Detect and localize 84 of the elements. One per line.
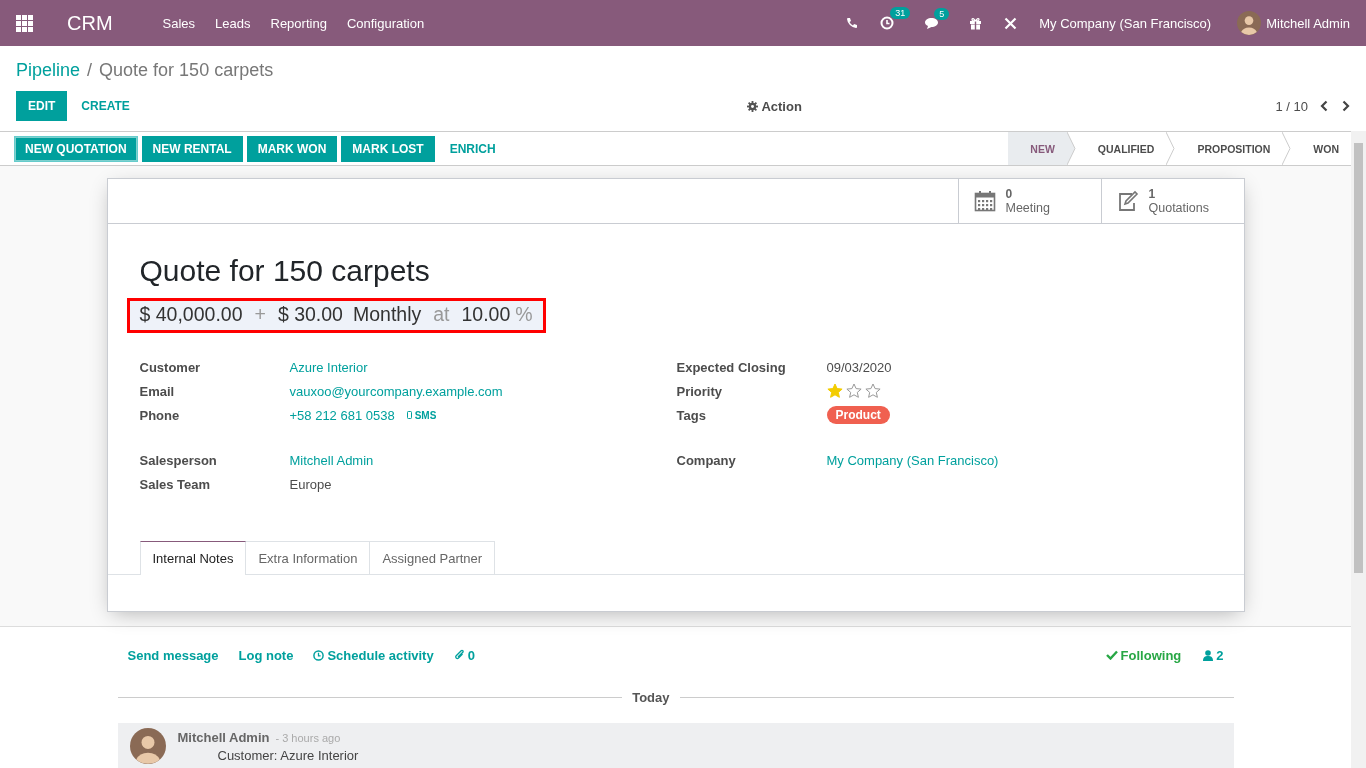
chevron-right-icon[interactable] (1342, 100, 1350, 112)
clock-icon (313, 649, 325, 661)
header-button[interactable]: NEW RENTAL (141, 135, 243, 162)
recurring-revenue: $ 30.00 (277, 303, 343, 326)
plus-sign: + (254, 303, 266, 326)
chat-icon[interactable] (924, 16, 940, 30)
followers-button[interactable]: 2 (1203, 647, 1224, 663)
chatter-action[interactable]: Send message (127, 647, 219, 663)
phone-icon[interactable] (846, 17, 859, 29)
clock-icon[interactable] (880, 16, 895, 30)
menu-item[interactable]: Configuration (336, 15, 435, 31)
star-icon[interactable] (864, 383, 881, 399)
chevron-left-icon[interactable] (1320, 100, 1328, 112)
field-value: 09/03/2020 (826, 359, 893, 375)
count-badge: 5 (934, 7, 950, 20)
gift-icon[interactable] (969, 16, 983, 30)
header-button[interactable]: MARK LOST (341, 135, 435, 162)
field-label: Phone (139, 407, 181, 423)
enrich-link[interactable]: ENRICH (438, 135, 507, 162)
pager-value: 1 / 10 (1275, 98, 1308, 114)
edit-document-icon (1116, 190, 1139, 212)
edit-button[interactable]: EDIT (16, 91, 68, 121)
expected-revenue: $ 40,000.00 (139, 303, 243, 326)
field-link[interactable]: Mitchell Admin (289, 452, 677, 468)
avatar-icon (129, 728, 166, 764)
field-label: Company (676, 452, 737, 468)
field-label: Salesperson (139, 452, 218, 468)
breadcrumb-current: Quote for 150 carpets (99, 59, 274, 81)
field-label: Priority (676, 383, 723, 399)
smart-button[interactable]: 1 Quotations (1100, 179, 1244, 223)
at-label: at (433, 303, 450, 326)
header-button[interactable]: MARK WON (246, 135, 338, 162)
action-menu[interactable]: Action (741, 97, 808, 115)
field-link[interactable]: My Company (San Francisco) (826, 452, 1214, 468)
create-button[interactable]: CREATE (67, 91, 144, 121)
percent-sign: % (515, 303, 533, 326)
menu-item[interactable]: Leads (205, 15, 261, 31)
menu-item[interactable]: Sales (152, 15, 206, 31)
tab[interactable]: Extra Information (246, 541, 371, 574)
header-button[interactable]: NEW QUOTATION (14, 135, 138, 162)
recurring-plan: Monthly (352, 303, 422, 326)
field-label: Sales Team (139, 476, 212, 492)
scrollbar[interactable] (1351, 131, 1366, 768)
chatter-action[interactable]: 0 (453, 647, 475, 663)
message-time: - 3 hours ago (275, 732, 341, 744)
field-label: Expected Closing (676, 359, 787, 375)
chatter-action[interactable]: Schedule activity (313, 647, 434, 663)
message-body: Customer: Azure Interior (217, 748, 359, 763)
company-switcher[interactable]: My Company (San Francisco) (1039, 15, 1212, 31)
probability-value: 10.00 (461, 303, 511, 326)
message-author[interactable]: Mitchell Admin (177, 730, 270, 745)
mobile-icon (406, 411, 412, 419)
apps-grid-icon[interactable] (16, 14, 33, 32)
smart-button[interactable]: 0 Meeting (957, 179, 1101, 223)
chatter-action[interactable]: Log note (238, 647, 294, 663)
field-label: Tags (676, 407, 707, 423)
tab[interactable]: Assigned Partner (370, 541, 496, 574)
tab[interactable]: Internal Notes (139, 541, 247, 575)
user-menu[interactable]: Mitchell Admin (1237, 11, 1350, 35)
star-icon[interactable] (845, 383, 862, 399)
gear-icon (747, 100, 759, 112)
field-link[interactable]: vauxoo@yourcompany.example.com (289, 383, 677, 399)
tag-label: Product (826, 406, 890, 424)
record-title: Quote for 150 carpets (139, 254, 431, 288)
avatar-icon (1237, 11, 1262, 35)
user-name: Mitchell Admin (1266, 15, 1350, 31)
menu-item[interactable]: Reporting (260, 15, 337, 31)
date-separator: Today (632, 689, 670, 705)
field-link[interactable]: Azure Interior (289, 359, 677, 375)
paperclip-icon (453, 649, 465, 661)
field-label: Email (139, 383, 176, 399)
breadcrumb-link[interactable]: Pipeline (16, 59, 81, 81)
app-name[interactable]: CRM (67, 11, 113, 35)
field-link[interactable]: +58 212 681 0538 (289, 407, 395, 423)
check-icon (1105, 650, 1118, 660)
count-badge: 31 (890, 7, 911, 19)
following-button[interactable]: Following (1105, 647, 1182, 663)
user-icon (1203, 649, 1214, 661)
field-value: Europe (289, 476, 333, 492)
breadcrumb-separator: / (87, 59, 93, 81)
field-label: Customer (139, 359, 202, 375)
calendar-icon (973, 190, 996, 212)
sms-link[interactable]: SMS (406, 409, 437, 421)
star-icon[interactable] (826, 383, 843, 399)
